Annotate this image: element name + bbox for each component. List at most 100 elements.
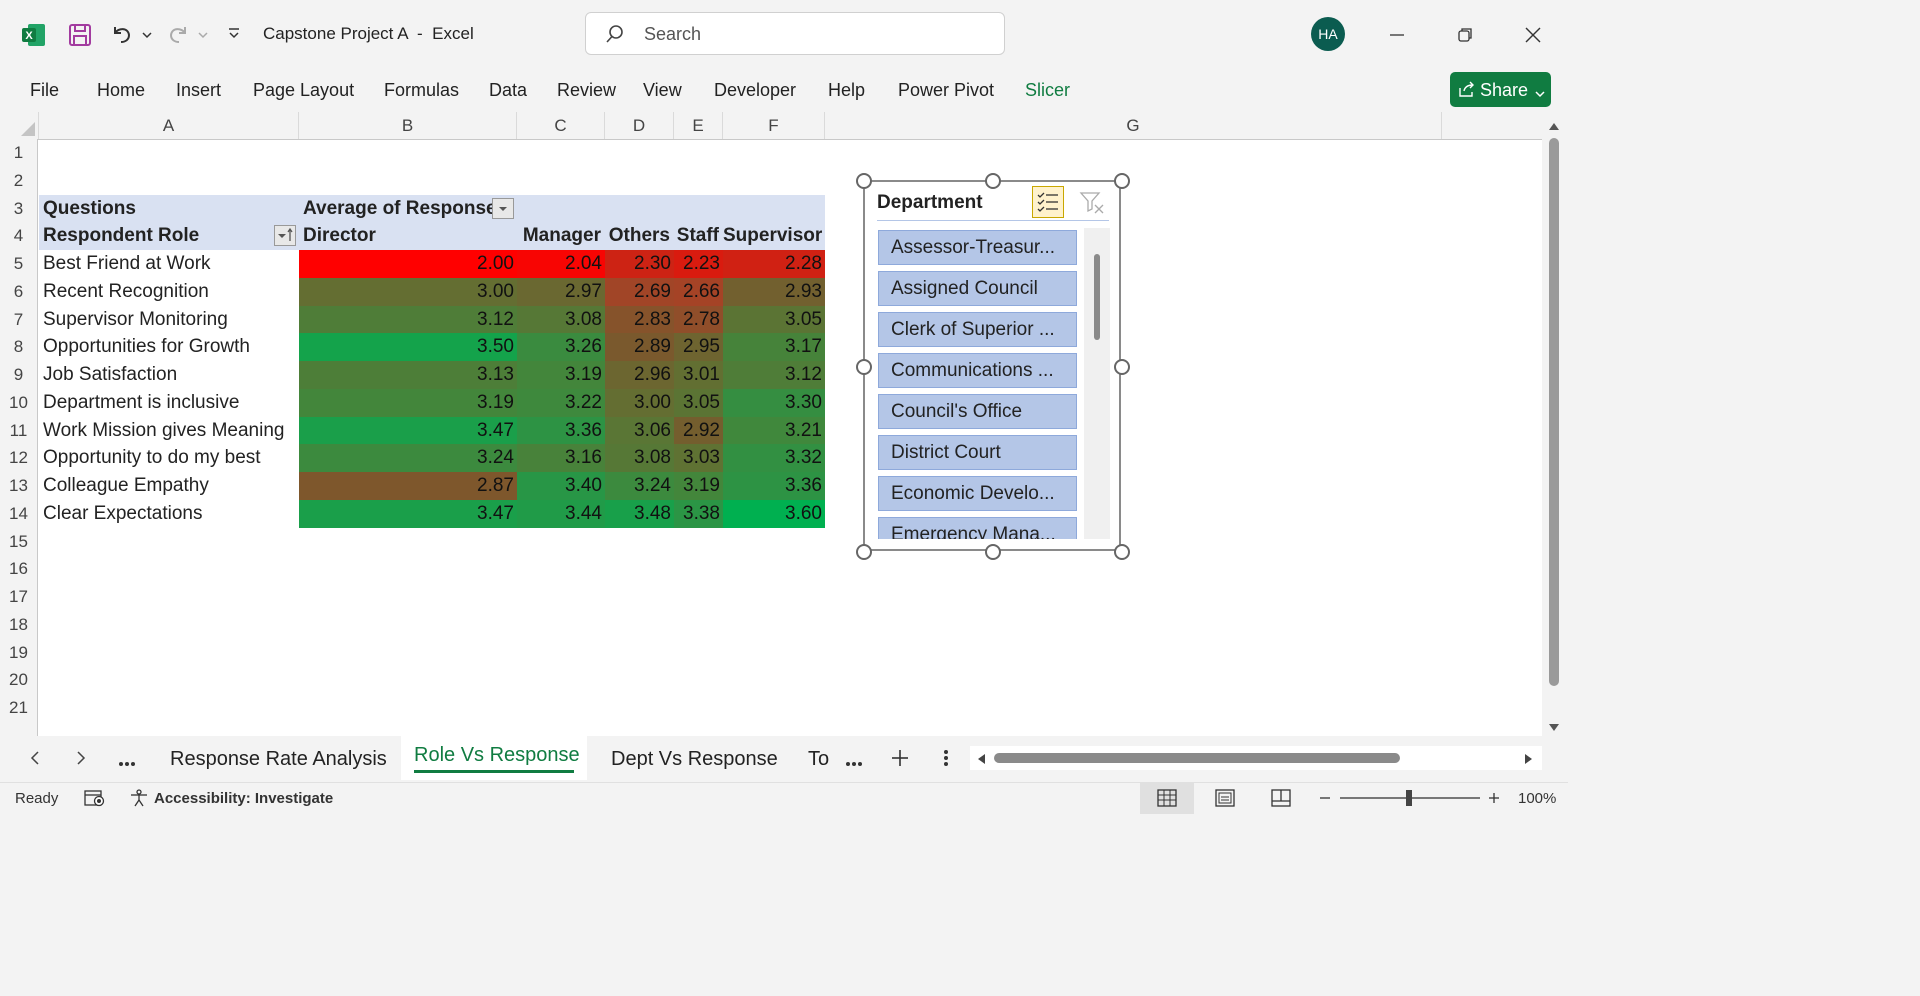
pivot-value-cell[interactable]: 3.12 <box>299 305 517 334</box>
pivot-column-header[interactable]: Director <box>299 222 517 250</box>
horizontal-scrollbar[interactable] <box>970 746 1542 770</box>
pivot-value-cell[interactable]: 3.44 <box>517 499 605 528</box>
pivot-value-cell[interactable]: 3.03 <box>674 444 723 472</box>
pivot-value-cell[interactable]: 3.05 <box>723 305 825 334</box>
close-icon[interactable] <box>1520 22 1546 48</box>
pivot-value-cell[interactable]: 2.87 <box>299 472 517 500</box>
row-header[interactable]: 7 <box>0 305 38 334</box>
row-header[interactable]: 19 <box>0 638 38 667</box>
menu-home[interactable]: Home <box>97 80 145 101</box>
pivot-value-field-header[interactable]: Average of Response <box>299 194 517 223</box>
pivot-value-cell[interactable]: 3.08 <box>605 444 674 472</box>
pivot-value-cell[interactable]: 3.36 <box>517 416 605 445</box>
menu-power-pivot[interactable]: Power Pivot <box>898 80 994 101</box>
slicer-item[interactable]: Assigned Council <box>878 271 1077 306</box>
pivot-column-header[interactable]: Supervisor <box>723 222 825 250</box>
pivot-value-cell[interactable]: 3.16 <box>517 444 605 472</box>
pivot-value-cell[interactable]: 3.22 <box>517 388 605 417</box>
tab-role-vs-response[interactable]: Role Vs Response <box>414 744 580 767</box>
pivot-value-cell[interactable]: 3.50 <box>299 333 517 361</box>
tab-response-rate-analysis[interactable]: Response Rate Analysis <box>170 748 387 771</box>
slicer-scrollbar[interactable] <box>1084 228 1110 539</box>
pivot-value-cell[interactable]: 3.60 <box>723 499 825 528</box>
horizontal-scroll-thumb[interactable] <box>994 753 1400 763</box>
row-header[interactable]: 18 <box>0 610 38 639</box>
add-sheet-icon[interactable] <box>890 748 910 773</box>
tab-scroll-left-icon[interactable] <box>28 750 42 771</box>
customize-toolbar-icon[interactable] <box>226 26 242 42</box>
pivot-value-cell[interactable]: 2.28 <box>723 250 825 278</box>
column-header-g[interactable]: G <box>825 112 1442 139</box>
redo-dropdown-icon[interactable] <box>196 28 210 42</box>
pivot-value-cell[interactable]: 3.06 <box>605 416 674 445</box>
page-layout-view-icon[interactable] <box>1215 789 1235 812</box>
row-header[interactable]: 20 <box>0 666 38 694</box>
pivot-value-cell[interactable]: 3.40 <box>517 472 605 500</box>
column-header-b[interactable]: B <box>299 112 517 139</box>
restore-icon[interactable] <box>1452 22 1478 48</box>
pivot-value-cell[interactable]: 2.69 <box>605 277 674 306</box>
row-header[interactable]: 1 <box>0 139 38 167</box>
slicer-item[interactable]: Emergency Mana... <box>878 517 1077 539</box>
resize-handle[interactable] <box>1114 544 1130 560</box>
select-all-corner[interactable] <box>0 112 39 139</box>
resize-handle[interactable] <box>985 173 1001 189</box>
macro-record-icon[interactable] <box>84 789 106 812</box>
menu-slicer[interactable]: Slicer <box>1025 80 1070 101</box>
slicer-scroll-thumb[interactable] <box>1094 254 1100 340</box>
pivot-value-cell[interactable]: 3.30 <box>723 388 825 417</box>
scroll-right-icon[interactable] <box>1524 752 1534 770</box>
pivot-value-cell[interactable]: 3.32 <box>723 444 825 472</box>
pivot-value-cell[interactable]: 2.30 <box>605 250 674 278</box>
accessibility-icon[interactable] <box>129 789 149 812</box>
pivot-value-cell[interactable]: 3.47 <box>299 416 517 445</box>
more-sheets-right-icon[interactable] <box>845 754 863 772</box>
zoom-slider-thumb[interactable] <box>1406 790 1412 806</box>
zoom-in-icon[interactable] <box>1487 791 1501 810</box>
row-header[interactable]: 8 <box>0 333 38 361</box>
slicer-item[interactable]: Economic Develo... <box>878 476 1077 511</box>
column-header-f[interactable]: F <box>723 112 825 139</box>
row-header[interactable]: 16 <box>0 555 38 583</box>
zoom-slider[interactable] <box>1340 790 1480 806</box>
resize-handle[interactable] <box>1114 359 1130 375</box>
pivot-row-label[interactable]: Supervisor Monitoring <box>39 306 299 334</box>
tab-scroll-right-icon[interactable] <box>74 750 88 771</box>
save-icon[interactable] <box>66 21 94 49</box>
row-header[interactable]: 11 <box>0 416 38 445</box>
pivot-value-cell[interactable]: 3.05 <box>674 388 723 417</box>
pivot-column-header[interactable]: Others <box>605 222 674 250</box>
undo-dropdown-icon[interactable] <box>140 28 154 42</box>
pivot-value-cell[interactable]: 3.19 <box>674 472 723 500</box>
user-avatar[interactable]: HA <box>1311 17 1345 51</box>
pivot-row-label[interactable]: Department is inclusive <box>39 389 299 417</box>
pivot-value-cell[interactable]: 2.96 <box>605 361 674 389</box>
pivot-value-cell[interactable]: 2.23 <box>674 250 723 278</box>
menu-page-layout[interactable]: Page Layout <box>253 80 354 101</box>
scroll-left-icon[interactable] <box>976 752 986 770</box>
share-button[interactable]: Share <box>1450 72 1551 107</box>
pivot-value-cell[interactable]: 3.47 <box>299 499 517 528</box>
pivot-value-cell[interactable]: 3.13 <box>299 361 517 389</box>
normal-view-button[interactable] <box>1140 783 1194 814</box>
row-header[interactable]: 17 <box>0 583 38 611</box>
row-header[interactable]: 12 <box>0 444 38 472</box>
menu-help[interactable]: Help <box>828 80 865 101</box>
worksheet-grid[interactable]: A B C D E F G 1 2 3 4 5 6 7 8 9 10 11 12 13 14 15 16 17 1… <box>0 112 1542 736</box>
tab-dept-vs-response[interactable]: Dept Vs Response <box>611 748 778 771</box>
page-break-view-icon[interactable] <box>1271 789 1291 812</box>
column-header-e[interactable]: E <box>674 112 723 139</box>
resize-handle[interactable] <box>985 544 1001 560</box>
pivot-value-cell[interactable]: 3.00 <box>299 277 517 306</box>
row-header[interactable]: 2 <box>0 166 38 195</box>
pivot-value-cell[interactable]: 3.26 <box>517 333 605 361</box>
pivot-value-cell[interactable]: 2.93 <box>723 277 825 306</box>
menu-file[interactable]: File <box>30 80 59 101</box>
slicer-item[interactable]: Clerk of Superior ... <box>878 312 1077 347</box>
resize-handle[interactable] <box>1114 173 1130 189</box>
pivot-row-label-header[interactable]: Questions <box>39 194 299 223</box>
sheet-options-icon[interactable] <box>943 749 949 772</box>
pivot-value-cell[interactable]: 3.24 <box>605 472 674 500</box>
pivot-row-label[interactable]: Opportunities for Growth <box>39 333 299 361</box>
menu-data[interactable]: Data <box>489 80 527 101</box>
